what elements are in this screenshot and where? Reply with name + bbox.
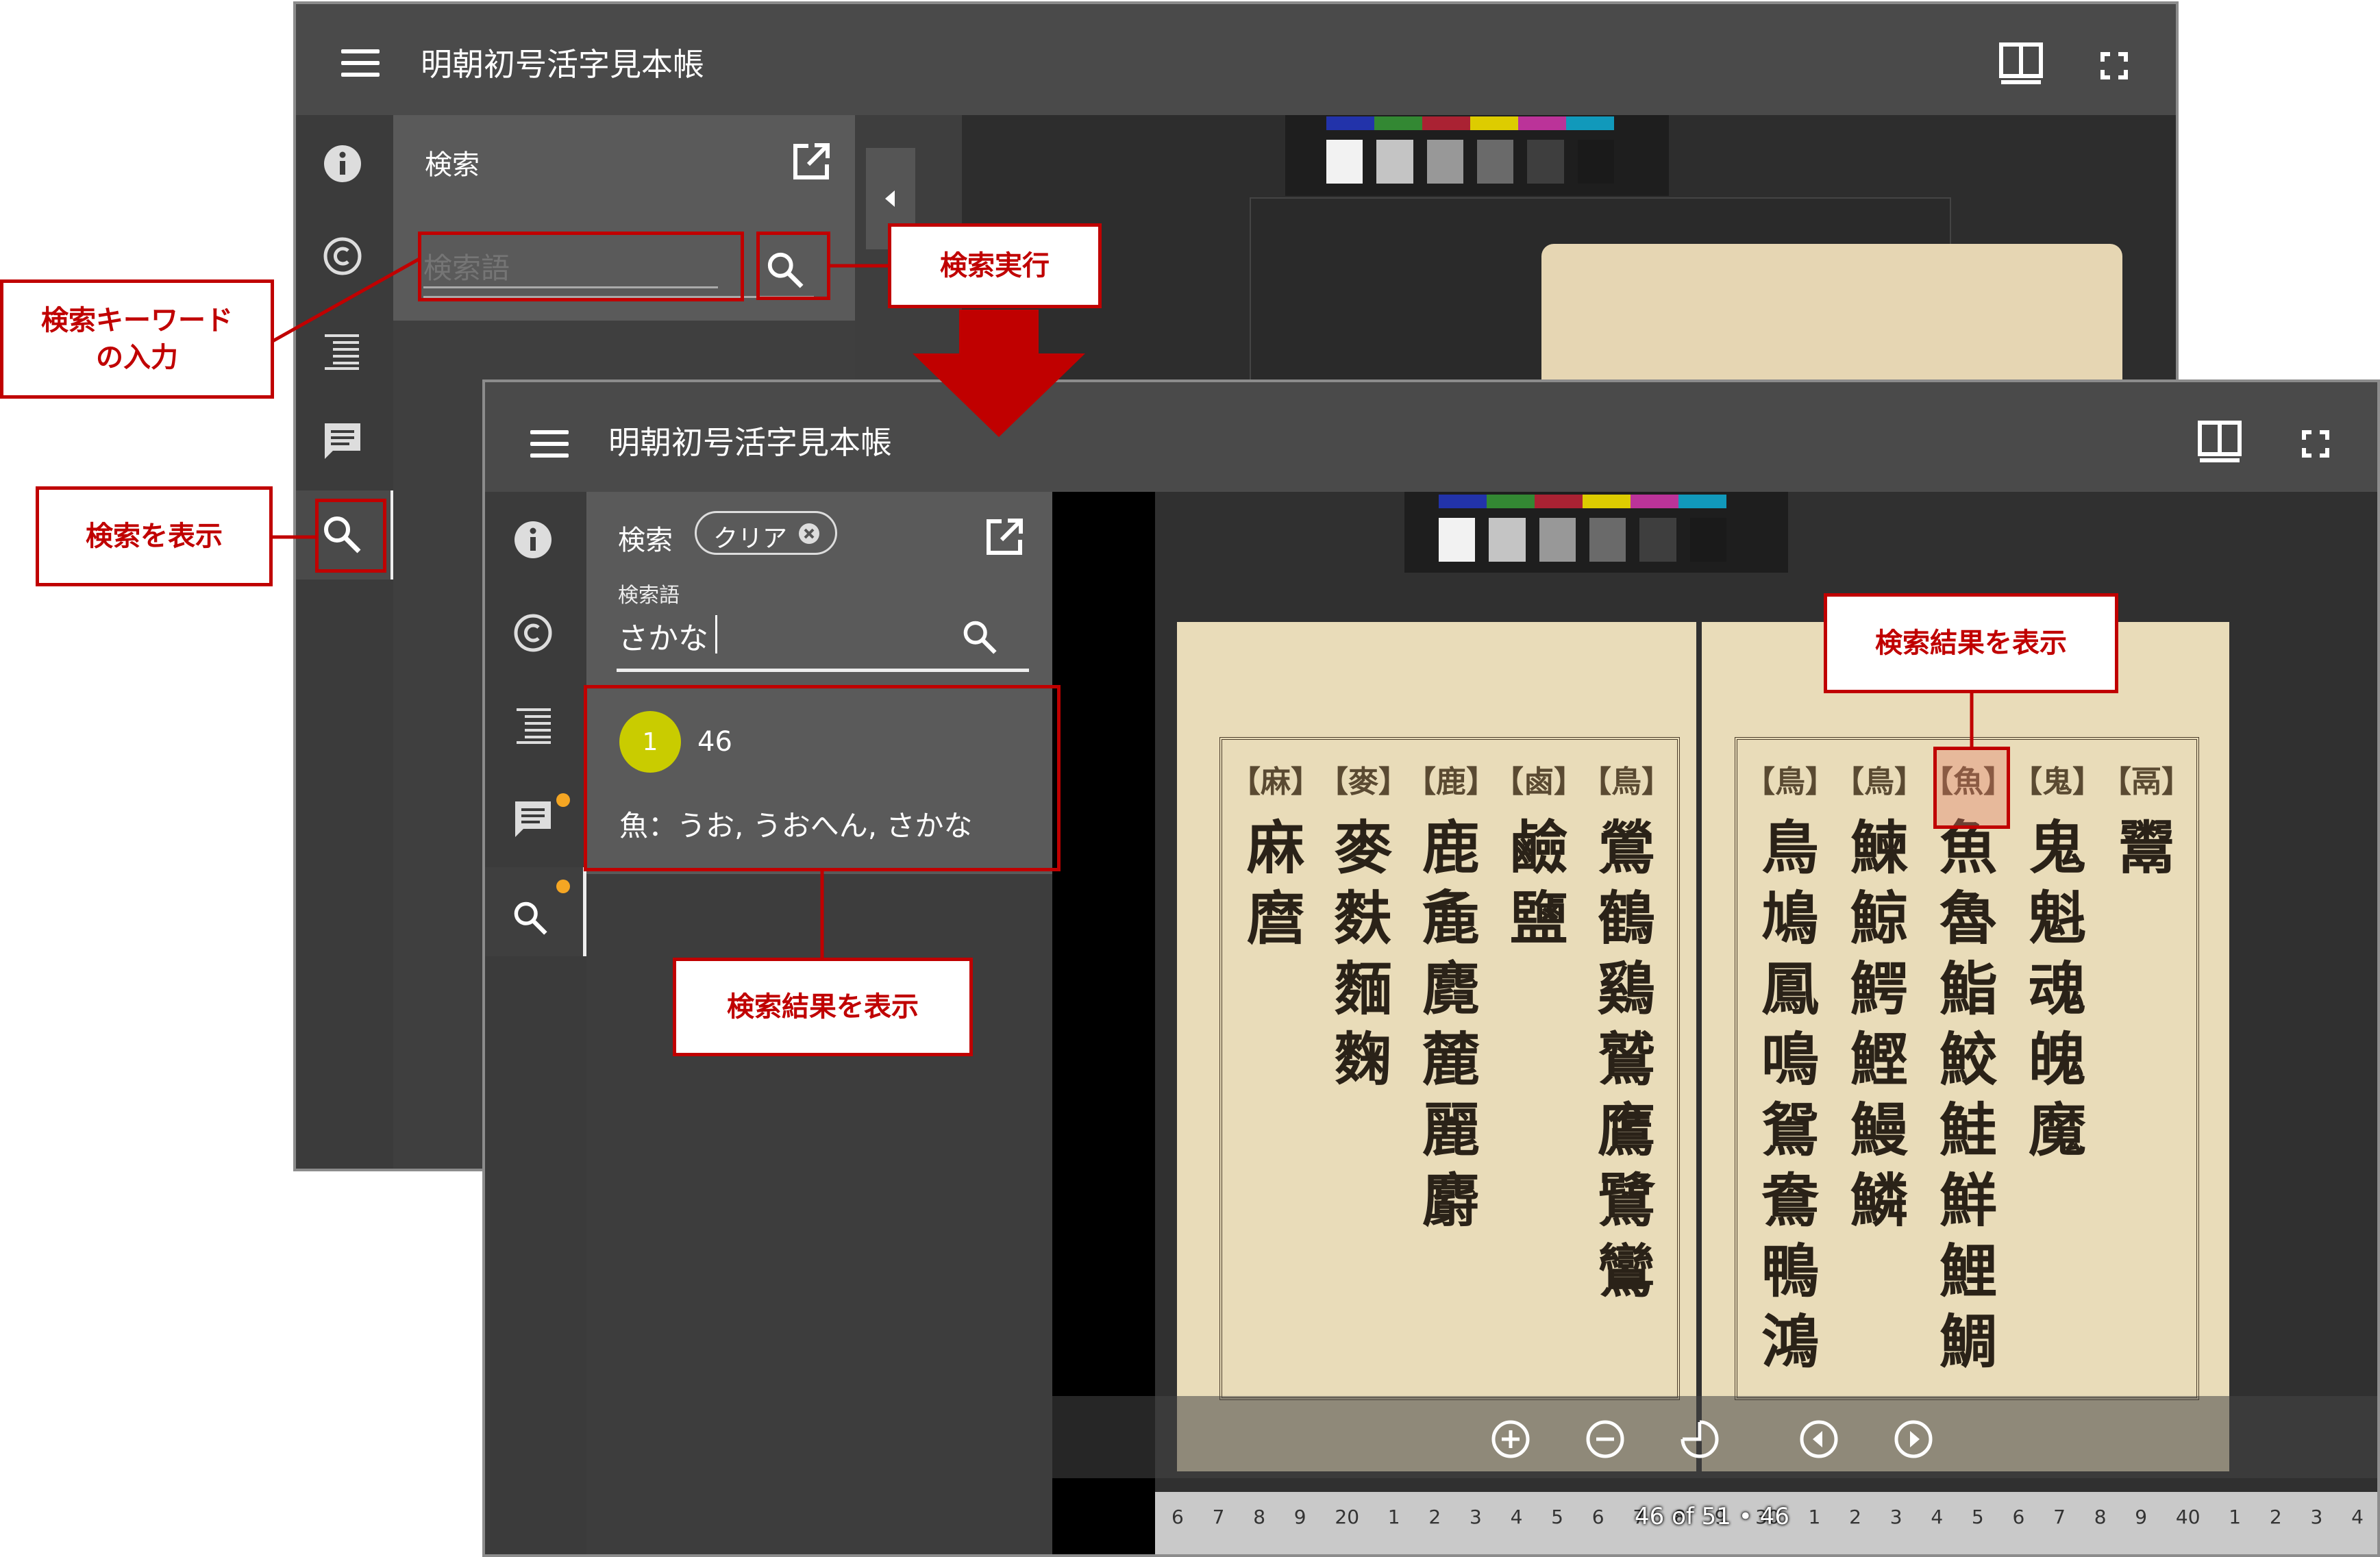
callout-results-page-text: 検索結果を表示 <box>1875 627 2067 659</box>
callout-connectors <box>271 257 1974 960</box>
highlight-search-result <box>584 685 1061 871</box>
callout-results-page: 検索結果を表示 <box>1824 593 2118 693</box>
callout-results-panel: 検索結果を表示 <box>673 958 973 1056</box>
callout-results-panel-text: 検索結果を表示 <box>727 991 919 1023</box>
highlight-page-match <box>1933 747 2010 829</box>
transition-arrow <box>913 310 1085 437</box>
